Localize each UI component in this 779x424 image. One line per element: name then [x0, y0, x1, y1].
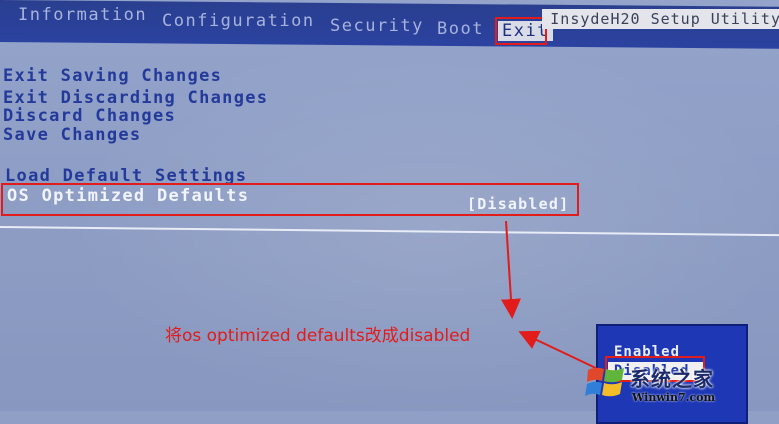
windows-logo-icon	[585, 367, 624, 397]
watermark-url: Winwin7.com	[632, 391, 716, 404]
arrow-down	[501, 220, 521, 319]
bios-screen: Information Configuration Security Boot …	[0, 0, 779, 424]
annotation-text: 将os optimized defaults改成disabled	[165, 326, 471, 346]
watermark-text: 系统之家	[630, 367, 714, 391]
